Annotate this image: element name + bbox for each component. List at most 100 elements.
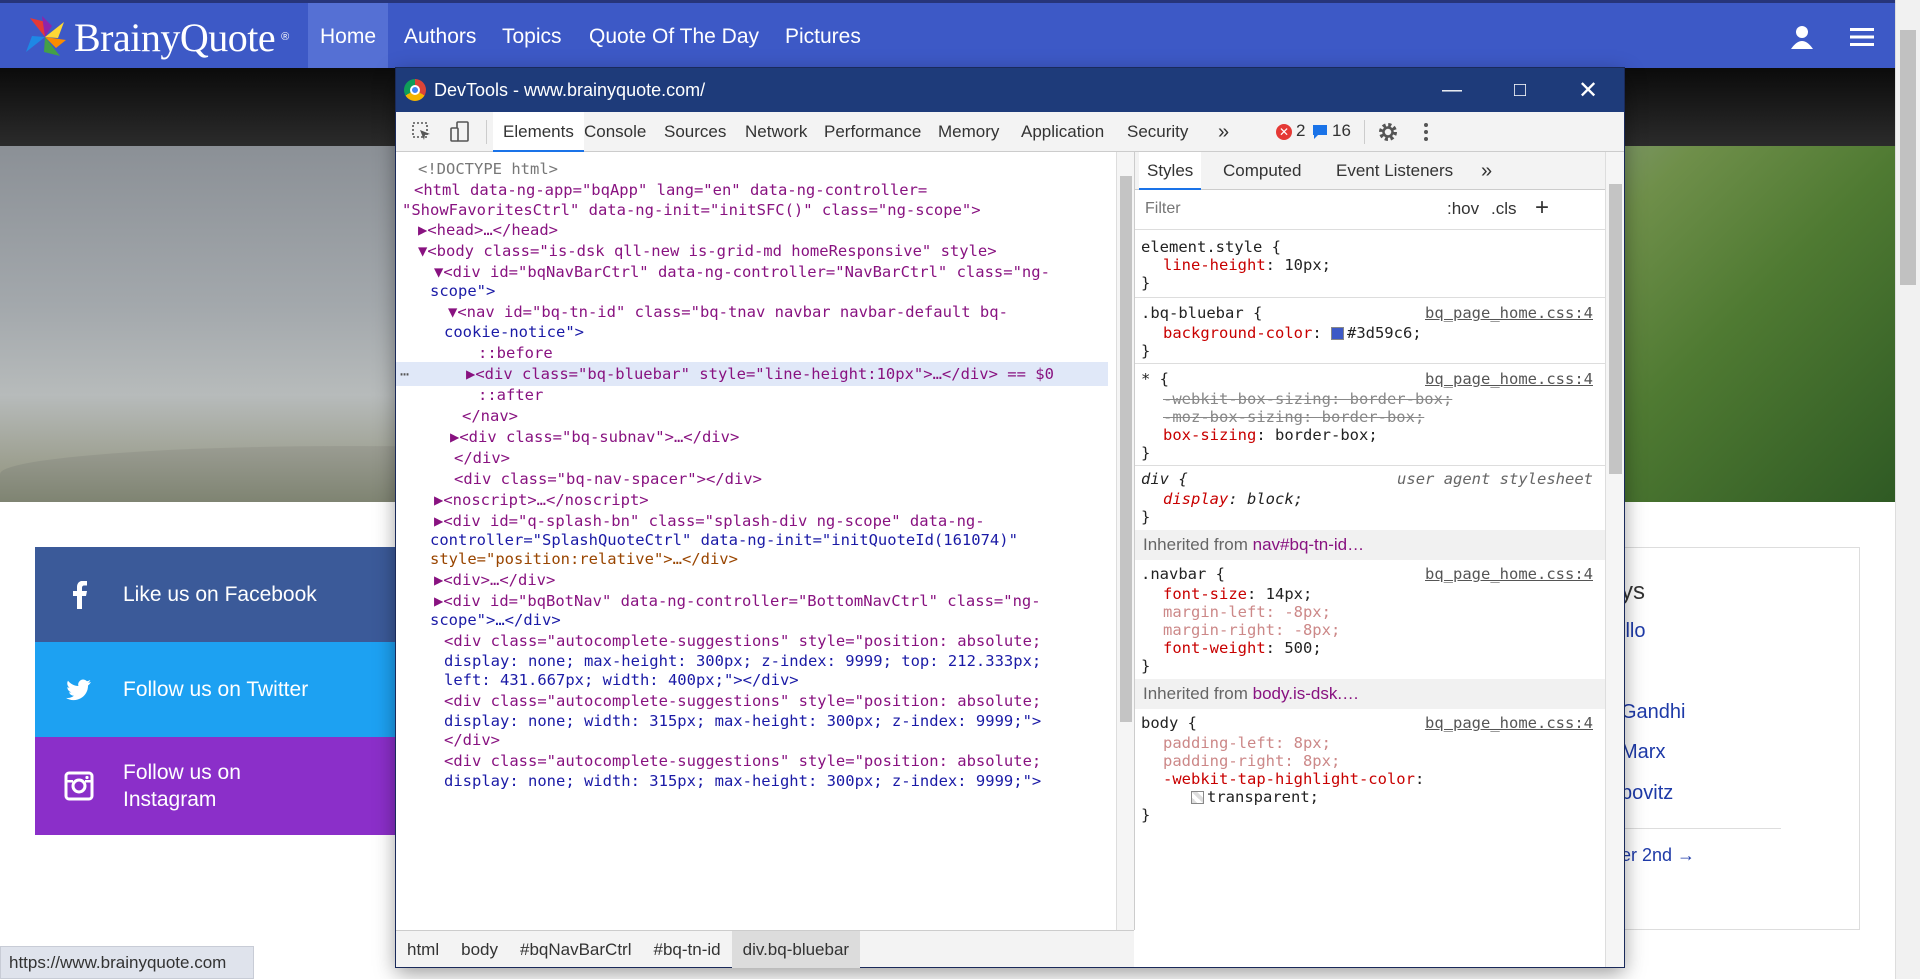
cls-toggle[interactable]: .cls <box>1491 199 1517 219</box>
color-swatch-icon[interactable] <box>1191 791 1204 804</box>
hov-toggle[interactable]: :hov <box>1447 199 1479 219</box>
minimize-icon[interactable]: — <box>1424 68 1480 112</box>
tab-memory[interactable]: Memory <box>928 112 1009 152</box>
twitter-button[interactable]: Follow us on Twitter <box>35 642 398 737</box>
elements-scrollbar-thumb[interactable] <box>1120 176 1132 722</box>
page-scrollbar-thumb[interactable] <box>1900 30 1916 285</box>
tab-event-listeners[interactable]: Event Listeners <box>1328 152 1461 190</box>
tab-styles[interactable]: Styles <box>1139 152 1202 190</box>
elements-scrollbar[interactable] <box>1116 152 1134 930</box>
css-source-link[interactable]: bq_page_home.css:4 <box>1425 563 1593 585</box>
card-link-2[interactable]: Gandhi <box>1621 701 1686 724</box>
nav-quote-of-the-day[interactable]: Quote Of The Day <box>577 3 771 71</box>
styles-scrollbar-thumb[interactable] <box>1609 184 1622 474</box>
card-next-link[interactable]: er 2nd → <box>1621 845 1695 866</box>
card-link-4[interactable]: bovitz <box>1621 782 1673 805</box>
settings-gear-icon[interactable] <box>1376 120 1400 144</box>
styles-pane: Styles Computed Event Listeners » :hov .… <box>1135 152 1605 967</box>
error-count[interactable]: 2 <box>1296 121 1305 141</box>
facebook-button[interactable]: Like us on Facebook <box>35 547 398 642</box>
instagram-button[interactable]: Follow us on Instagram <box>35 737 398 835</box>
css-source-link[interactable]: bq_page_home.css:4 <box>1425 368 1593 390</box>
tab-elements[interactable]: Elements <box>493 112 584 152</box>
more-panes-icon[interactable]: » <box>1473 152 1500 190</box>
user-icon[interactable] <box>1788 23 1816 51</box>
breadcrumb-bluebar[interactable]: div.bq-bluebar <box>731 930 861 968</box>
nav-pictures[interactable]: Pictures <box>773 3 873 71</box>
tab-computed[interactable]: Computed <box>1215 152 1309 190</box>
styles-tabbar: Styles Computed Event Listeners » <box>1135 152 1605 190</box>
breadcrumb-body[interactable]: body <box>450 931 509 968</box>
tab-console[interactable]: Console <box>574 112 656 152</box>
facebook-label: Like us on Facebook <box>123 582 317 606</box>
card-divider <box>1601 828 1781 829</box>
navbar-rule-selector[interactable]: .navbar { bq_page_home.css:4 <box>1141 563 1601 585</box>
nav-topics[interactable]: Topics <box>490 3 574 71</box>
facebook-icon <box>35 580 123 609</box>
inherited-header: Inherited from nav#bq-tn-id… <box>1135 530 1605 560</box>
css-source-link[interactable]: bq_page_home.css:4 <box>1425 712 1593 734</box>
elements-dom-tree[interactable]: <!DOCTYPE html> <html data-ng-app="bqApp… <box>396 152 1116 930</box>
error-icon: ✕ <box>1276 124 1292 140</box>
card-link-3[interactable]: Marx <box>1621 741 1665 764</box>
tab-network[interactable]: Network <box>735 112 817 152</box>
rule-separator <box>1135 297 1605 298</box>
inherited-ref-link[interactable]: body.is-dsk.… <box>1253 684 1359 703</box>
div-rule-selector[interactable]: div {user agent stylesheet <box>1141 468 1601 490</box>
tab-performance[interactable]: Performance <box>814 112 931 152</box>
color-swatch-icon[interactable] <box>1330 327 1344 340</box>
close-brace: } <box>1141 342 1151 360</box>
breadcrumb-html[interactable]: html <box>396 931 450 968</box>
device-toolbar-icon[interactable] <box>448 120 472 144</box>
nav-authors[interactable]: Authors <box>392 3 488 71</box>
maximize-icon[interactable]: □ <box>1492 68 1548 112</box>
hamburger-menu-icon[interactable] <box>1848 25 1876 49</box>
site-navbar: BrainyQuote ® Home Authors Topics Quote … <box>0 0 1920 71</box>
inherited-label: Inherited from <box>1143 684 1248 703</box>
message-count[interactable]: 16 <box>1332 121 1351 141</box>
star-rule-selector[interactable]: * {bq_page_home.css:4 <box>1141 368 1601 390</box>
css-selector: .bq-bluebar { <box>1141 304 1263 322</box>
breadcrumb-bq-tn-id[interactable]: #bq-tn-id <box>643 931 732 968</box>
new-style-rule-icon[interactable]: + <box>1535 194 1549 222</box>
body-rule-selector[interactable]: body {bq_page_home.css:4 <box>1141 712 1601 734</box>
devtools-window: DevTools - www.brainyquote.com/ — □ ✕ El… <box>396 68 1624 968</box>
close-brace: } <box>1141 657 1151 675</box>
chrome-icon <box>404 79 426 101</box>
devtools-tabbar: Elements Console Sources Network Perform… <box>396 112 1624 152</box>
toolbar-divider <box>486 120 487 144</box>
css-selector: .navbar { <box>1141 565 1225 583</box>
brainyquote-logo[interactable]: BrainyQuote ® <box>22 11 289 63</box>
page-scrollbar[interactable] <box>1895 0 1920 979</box>
close-brace: } <box>1141 444 1151 462</box>
inherited-ref-link[interactable]: nav#bq-tn-id… <box>1253 535 1365 554</box>
inherited-header: Inherited from body.is-dsk.… <box>1135 679 1605 709</box>
css-selector: div { <box>1141 470 1188 488</box>
rule-separator <box>1135 465 1605 466</box>
dom-line[interactable]: display: none; width: 315px; max-height:… <box>396 769 1108 793</box>
styles-filter-input[interactable] <box>1141 195 1439 223</box>
twitter-icon <box>35 679 123 701</box>
tab-security[interactable]: Security <box>1117 112 1198 152</box>
inherited-label: Inherited from <box>1143 535 1248 554</box>
toolbar-divider-2 <box>1364 120 1365 144</box>
devtools-titlebar[interactable]: DevTools - www.brainyquote.com/ — □ ✕ <box>396 68 1624 112</box>
close-brace: } <box>1141 508 1151 526</box>
nav-home[interactable]: Home <box>308 3 389 71</box>
close-icon[interactable]: ✕ <box>1560 68 1616 112</box>
bluebar-rule-selector[interactable]: .bq-bluebar { bq_page_home.css:4 <box>1141 302 1601 324</box>
css-source-link[interactable]: bq_page_home.css:4 <box>1425 302 1593 324</box>
styles-scrollbar[interactable] <box>1605 152 1624 967</box>
close-brace: } <box>1141 274 1151 292</box>
styles-filterbar: :hov .cls + <box>1135 190 1605 230</box>
instagram-icon <box>35 771 123 801</box>
kebab-menu-icon[interactable] <box>1414 120 1438 144</box>
tab-application[interactable]: Application <box>1011 112 1114 152</box>
logo-registered: ® <box>281 31 290 43</box>
tab-sources[interactable]: Sources <box>654 112 736 152</box>
breadcrumb-navbarctrl[interactable]: #bqNavBarCtrl <box>509 931 643 968</box>
card-link-1[interactable]: illo <box>1621 620 1645 643</box>
dom-breadcrumb: html body #bqNavBarCtrl #bq-tn-id div.bq… <box>396 930 1134 968</box>
inspect-element-icon[interactable] <box>410 120 434 144</box>
more-tabs-icon[interactable]: » <box>1208 112 1239 152</box>
